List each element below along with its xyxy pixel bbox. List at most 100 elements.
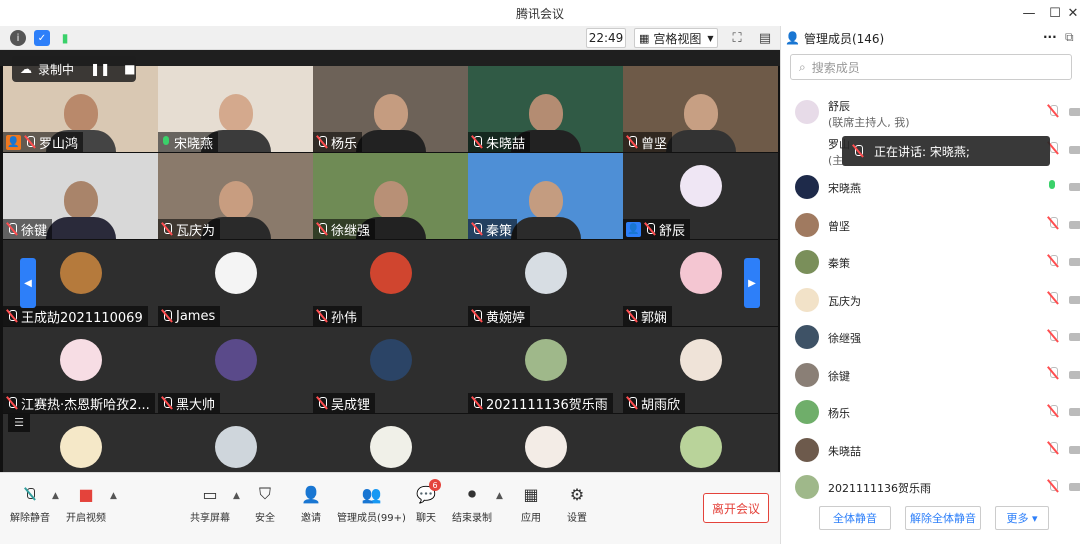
mic-off-icon[interactable]: [1047, 216, 1059, 233]
member-row[interactable]: 秦策: [781, 244, 1080, 280]
manage-members-button[interactable]: 👥 管理成员(99+): [337, 483, 406, 525]
participant-name: James: [176, 308, 216, 324]
participant-name-bar: 徐键: [3, 219, 53, 239]
mic-off-icon[interactable]: [1047, 104, 1059, 121]
sidebar-toggle-icon[interactable]: ▤: [756, 29, 774, 47]
share-options-caret[interactable]: ▲: [233, 491, 240, 501]
member-row[interactable]: 瓦庆为: [781, 282, 1080, 318]
participant-name-bar: 王成劼2021110069: [3, 306, 148, 326]
more-options-icon[interactable]: ···: [1043, 30, 1057, 44]
member-row[interactable]: 徐键: [781, 357, 1080, 393]
participant-name: 舒辰: [659, 223, 686, 239]
close-icon[interactable]: ✕: [1066, 0, 1080, 26]
video-tile[interactable]: 杨乐: [313, 66, 468, 152]
camera-off-icon[interactable]: [1069, 145, 1080, 154]
member-row[interactable]: 曾坚: [781, 207, 1080, 243]
camera-off-icon[interactable]: [1069, 220, 1080, 229]
next-page-arrow[interactable]: ▶: [744, 258, 760, 308]
participant-name: 黑大帅: [176, 397, 216, 413]
video-tile[interactable]: 黄婉婷: [468, 240, 623, 326]
member-search-input[interactable]: ⌕ 搜索成员: [790, 54, 1072, 80]
video-tile[interactable]: 秦策: [468, 153, 623, 239]
video-tile[interactable]: 瓦庆为: [158, 153, 313, 239]
participant-name-bar: 👤 罗山鸿: [3, 132, 84, 152]
participant-name-bar: 胡雨欣: [623, 393, 686, 413]
camera-off-icon[interactable]: [1069, 295, 1080, 304]
signal-icon[interactable]: ▮: [57, 30, 73, 46]
mic-off-icon: [626, 396, 638, 410]
unmute-options-caret[interactable]: ▲: [52, 491, 59, 501]
camera-off-icon[interactable]: [1069, 483, 1080, 491]
video-tile[interactable]: 2021111136贺乐雨: [468, 327, 623, 413]
video-tile[interactable]: James: [158, 240, 313, 326]
video-tile[interactable]: 胡雨欣: [623, 327, 778, 413]
member-row[interactable]: 舒辰 (联席主持人, 我): [781, 94, 1080, 130]
pause-icon[interactable]: ❚❚: [90, 62, 110, 76]
unmute-all-button[interactable]: 解除全体静音: [905, 506, 981, 530]
record-options-caret[interactable]: ▲: [496, 491, 503, 501]
camera-off-icon[interactable]: [1069, 408, 1080, 416]
info-icon[interactable]: i: [10, 30, 26, 46]
member-row[interactable]: 朱晓喆: [781, 432, 1080, 468]
prev-page-arrow[interactable]: ◀: [20, 258, 36, 308]
list-icon[interactable]: ☰: [8, 414, 30, 432]
member-row[interactable]: 宋晓燕: [781, 169, 1080, 205]
leave-meeting-button[interactable]: 离开会议: [703, 493, 769, 523]
mute-all-button[interactable]: 全体静音: [819, 506, 891, 530]
mic-off-icon[interactable]: [1047, 404, 1059, 421]
avatar: [369, 425, 412, 468]
fullscreen-icon[interactable]: ⛶: [728, 29, 746, 47]
participant-head: [373, 94, 408, 132]
mic-off-icon[interactable]: [1047, 479, 1059, 496]
participant-name-bar: 朱晓喆: [468, 132, 531, 152]
mic-off-icon[interactable]: [1047, 254, 1059, 271]
member-row[interactable]: 杨乐: [781, 394, 1080, 430]
participant-name: 瓦庆为: [176, 223, 216, 239]
participant-name: 江赛热·杰恩斯哈孜2...: [21, 397, 150, 413]
participant-name-bar: 曾坚: [623, 132, 673, 152]
invite-button[interactable]: 👤 邀请: [300, 483, 322, 525]
camera-off-icon[interactable]: [1069, 370, 1080, 379]
video-tile[interactable]: 孙伟: [313, 240, 468, 326]
video-options-caret[interactable]: ▲: [110, 491, 117, 501]
view-mode-select[interactable]: ▦ 宫格视图 ▼: [634, 28, 718, 48]
camera-off-icon[interactable]: [1069, 258, 1080, 266]
camera-off-icon[interactable]: [1069, 445, 1080, 454]
member-row[interactable]: 2021111136贺乐雨: [781, 469, 1080, 505]
more-button[interactable]: 更多 ▾: [995, 506, 1049, 530]
mic-on-icon[interactable]: [1047, 179, 1057, 196]
video-tile[interactable]: 👤 舒辰: [623, 153, 778, 239]
member-name: 朱晓喆: [828, 444, 861, 458]
member-row[interactable]: 徐继强: [781, 319, 1080, 355]
video-tile[interactable]: 徐键: [3, 153, 158, 239]
share-screen-button[interactable]: ▭ 共享屏幕: [190, 483, 230, 525]
mic-off-icon[interactable]: [1047, 291, 1059, 308]
shield-icon[interactable]: ✓: [34, 30, 50, 46]
participant-name: 2021111136贺乐雨: [486, 397, 608, 413]
video-tile[interactable]: 徐继强: [313, 153, 468, 239]
video-tile[interactable]: 曾坚: [623, 66, 778, 152]
stop-icon[interactable]: ■: [124, 62, 135, 76]
start-video-button[interactable]: ■ 开启视频: [66, 483, 106, 525]
chat-button[interactable]: 💬 6 聊天: [415, 479, 441, 524]
apps-button[interactable]: ▦ 应用: [520, 483, 542, 525]
end-recording-button[interactable]: ⏺ 结束录制: [452, 483, 492, 524]
video-tile[interactable]: 朱晓喆: [468, 66, 623, 152]
video-tile[interactable]: 江赛热·杰恩斯哈孜2...: [3, 327, 158, 413]
settings-button[interactable]: ⚙ 设置: [566, 483, 588, 525]
participant-video: [45, 181, 116, 239]
minimize-icon[interactable]: —: [1016, 0, 1042, 26]
camera-off-icon[interactable]: [1069, 108, 1080, 116]
video-tile[interactable]: 黑大帅: [158, 327, 313, 413]
mic-off-icon[interactable]: [1047, 329, 1059, 346]
mic-off-icon[interactable]: [1047, 366, 1059, 383]
security-button[interactable]: ⛉ 安全: [254, 483, 276, 524]
video-tile[interactable]: 吴成锂: [313, 327, 468, 413]
popout-icon[interactable]: ⧉: [1065, 30, 1074, 45]
mic-off-icon[interactable]: [1047, 441, 1059, 458]
camera-off-icon[interactable]: [1069, 333, 1080, 341]
video-tile[interactable]: 宋晓燕: [158, 66, 313, 152]
camera-off-icon[interactable]: [1069, 183, 1080, 191]
unmute-button[interactable]: 解除静音: [10, 483, 50, 524]
maximize-icon[interactable]: ☐: [1042, 0, 1068, 26]
